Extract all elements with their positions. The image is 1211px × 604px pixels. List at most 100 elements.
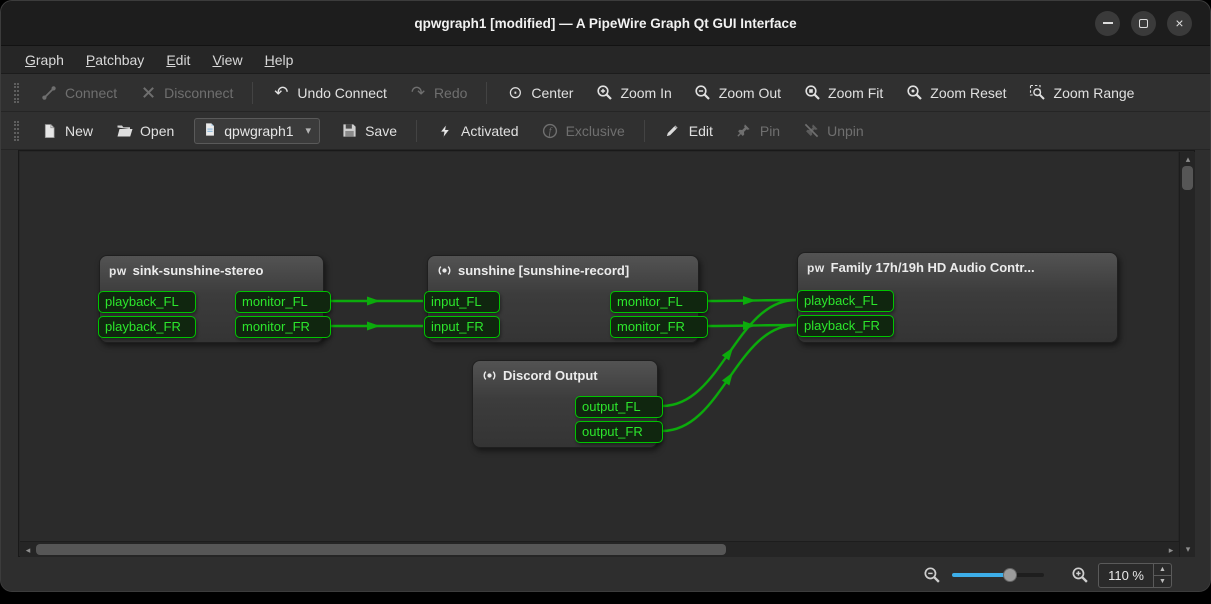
node-title: sink-sunshine-stereo [133, 263, 264, 278]
horizontal-scrollbar-thumb[interactable] [36, 544, 726, 555]
node-sink-sunshine-stereo[interactable]: pw sink-sunshine-stereo playback_FL play… [99, 255, 324, 343]
zoom-reset-icon [905, 84, 923, 102]
port-monitor_FR[interactable]: monitor_FR [610, 316, 708, 338]
toolbar-separator [416, 120, 417, 142]
svg-text:f: f [548, 126, 552, 137]
unpin-icon [802, 122, 820, 140]
new-patchbay-button[interactable]: New [30, 116, 103, 146]
menu-graph[interactable]: Graph [15, 49, 74, 71]
titlebar[interactable]: qpwgraph1 [modified] — A PipeWire Graph … [1, 1, 1210, 46]
unpin-button: Unpin [792, 116, 874, 146]
toolbar-drag-handle[interactable] [14, 121, 19, 141]
port-input_FR[interactable]: input_FR [424, 316, 500, 338]
node-family-hd-audio[interactable]: pw Family 17h/19h HD Audio Contr... play… [797, 252, 1118, 343]
spin-buttons: ▲ ▼ [1153, 564, 1171, 587]
node-title: Discord Output [503, 368, 598, 383]
undo-connect-button[interactable]: ↶ Undo Connect [262, 78, 397, 108]
zoom-reset-button[interactable]: Zoom Reset [895, 78, 1016, 108]
node-header: pw Family 17h/19h HD Audio Contr... [798, 253, 1117, 275]
horizontal-scrollbar[interactable]: ◂ ▸ [20, 541, 1179, 557]
port-monitor_FL[interactable]: monitor_FL [235, 291, 331, 313]
port-monitor_FR[interactable]: monitor_FR [235, 316, 331, 338]
connect-icon [40, 84, 58, 102]
statusbar: 110 % ▲ ▼ [1, 557, 1210, 592]
edge-arrow [367, 322, 380, 331]
spin-up-button[interactable]: ▲ [1154, 564, 1171, 575]
graph-toolbar: Connect Disconnect ↶ Undo Connect ↷ Redo… [1, 74, 1210, 112]
spin-down-button[interactable]: ▼ [1154, 575, 1171, 587]
toolbar-separator [486, 82, 487, 104]
disconnect-icon [139, 84, 157, 102]
center-icon: ⊙ [506, 84, 524, 102]
edge-arrow [367, 297, 380, 306]
graph-canvas[interactable]: pw sink-sunshine-stereo playback_FL play… [20, 152, 1178, 541]
exclusive-icon: f [541, 122, 559, 140]
maximize-button[interactable] [1131, 11, 1156, 36]
undo-icon: ↶ [272, 84, 290, 102]
vertical-scrollbar-thumb[interactable] [1182, 166, 1193, 190]
zoom-spinbox[interactable]: 110 % ▲ ▼ [1098, 563, 1172, 588]
scroll-left-arrow[interactable]: ◂ [22, 544, 34, 556]
zoom-out-icon [922, 565, 942, 585]
exclusive-toggle: f Exclusive [531, 116, 635, 146]
port-playback_FL[interactable]: playback_FL [98, 291, 196, 313]
zoom-range-icon [1029, 84, 1047, 102]
port-playback_FR[interactable]: playback_FR [98, 316, 196, 338]
record-icon [437, 263, 452, 278]
zoom-slider-handle[interactable] [1003, 568, 1017, 582]
scroll-down-arrow[interactable]: ▾ [1180, 543, 1196, 555]
lightning-icon [436, 122, 454, 140]
redo-icon: ↷ [409, 84, 427, 102]
port-input_FL[interactable]: input_FL [424, 291, 500, 313]
zoom-value[interactable]: 110 % [1099, 564, 1153, 587]
port-output_FR[interactable]: output_FR [575, 421, 663, 443]
vertical-scrollbar[interactable]: ▴ ▾ [1179, 152, 1195, 557]
close-icon: × [1175, 16, 1183, 30]
save-patchbay-button[interactable]: Save [330, 116, 407, 146]
toolbar-drag-handle[interactable] [14, 83, 19, 103]
open-patchbay-button[interactable]: Open [105, 116, 184, 146]
zoom-slider[interactable] [952, 573, 1044, 577]
zoom-in-icon [595, 84, 613, 102]
window-title: qpwgraph1 [modified] — A PipeWire Graph … [414, 16, 796, 31]
zoom-in-icon [1070, 565, 1090, 585]
node-header: Discord Output [473, 361, 657, 383]
menu-help[interactable]: Help [255, 49, 304, 71]
node-sunshine[interactable]: sunshine [sunshine-record] input_FL inpu… [427, 255, 699, 343]
menu-view[interactable]: View [202, 49, 252, 71]
record-icon [482, 368, 497, 383]
zoom-out-button[interactable]: Zoom Out [684, 78, 791, 108]
center-button[interactable]: ⊙ Center [496, 78, 583, 108]
close-button[interactable]: × [1167, 11, 1192, 36]
activated-toggle[interactable]: Activated [426, 116, 529, 146]
maximize-icon [1139, 19, 1148, 28]
port-output_FL[interactable]: output_FL [575, 396, 663, 418]
patchbay-selector[interactable]: qpwgraph1 ▾ [194, 118, 320, 144]
node-title: Family 17h/19h HD Audio Contr... [831, 260, 1035, 275]
zoom-range-button[interactable]: Zoom Range [1019, 78, 1145, 108]
zoom-fit-button[interactable]: Zoom Fit [793, 78, 893, 108]
qpwgraph-window: qpwgraph1 [modified] — A PipeWire Graph … [0, 0, 1211, 592]
pencil-icon [664, 122, 682, 140]
graph-canvas-frame: pw sink-sunshine-stereo playback_FL play… [18, 150, 1195, 557]
disconnect-button: Disconnect [129, 78, 243, 108]
minimize-button[interactable] [1095, 11, 1120, 36]
scroll-right-arrow[interactable]: ▸ [1165, 544, 1177, 556]
toolbar-separator [644, 120, 645, 142]
patchbay-file-icon [203, 122, 217, 140]
port-playback_FR[interactable]: playback_FR [797, 315, 894, 337]
port-monitor_FL[interactable]: monitor_FL [610, 291, 708, 313]
node-header: sunshine [sunshine-record] [428, 256, 698, 278]
chevron-down-icon: ▾ [306, 124, 312, 137]
scroll-up-arrow[interactable]: ▴ [1180, 153, 1196, 165]
patchbay-toolbar: New Open qpwgraph1 ▾ Save Activated [1, 112, 1210, 150]
zoom-in-button[interactable]: Zoom In [585, 78, 681, 108]
menu-edit[interactable]: Edit [156, 49, 200, 71]
node-discord-output[interactable]: Discord Output output_FL output_FR [472, 360, 658, 448]
edit-patchbay-button[interactable]: Edit [654, 116, 723, 146]
new-file-icon [40, 122, 58, 140]
connection-edges [20, 152, 1178, 541]
menu-patchbay[interactable]: Patchbay [76, 49, 154, 71]
zoom-slider-fill [952, 573, 1010, 577]
port-playback_FL[interactable]: playback_FL [797, 290, 894, 312]
